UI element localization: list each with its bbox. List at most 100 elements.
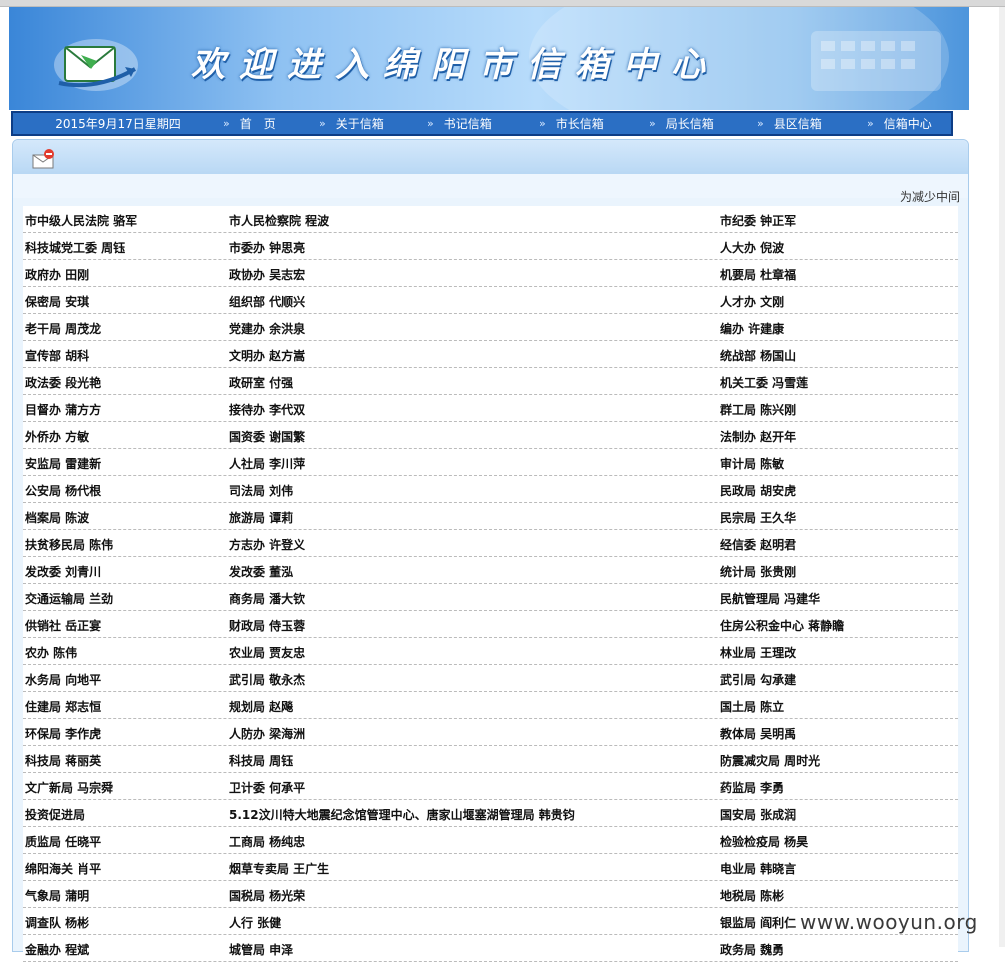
mailbox-link[interactable]: 人行 张健 <box>229 914 281 931</box>
mailbox-link[interactable]: 农办 陈伟 <box>25 644 77 661</box>
mailbox-link[interactable]: 环保局 李作虎 <box>25 725 101 742</box>
nav-home[interactable]: » 首 页 <box>223 115 319 132</box>
mailbox-link[interactable]: 目督办 蒲方方 <box>25 401 101 418</box>
mailbox-link[interactable]: 法制办 赵开年 <box>720 428 796 445</box>
mailbox-link[interactable]: 国税局 杨光荣 <box>229 887 305 904</box>
mailbox-link[interactable]: 老干局 周茂龙 <box>25 320 101 337</box>
mailbox-link[interactable]: 水务局 向地平 <box>25 671 101 688</box>
mailbox-link[interactable]: 住建局 郑志恒 <box>25 698 101 715</box>
mailbox-link[interactable]: 调查队 杨彬 <box>25 914 89 931</box>
mailbox-link[interactable]: 方志办 许登义 <box>229 536 305 553</box>
mailbox-link[interactable]: 烟草专卖局 王广生 <box>229 860 329 877</box>
mailbox-link[interactable]: 保密局 安琪 <box>25 293 89 310</box>
mailbox-link[interactable]: 文广新局 马宗舜 <box>25 779 113 796</box>
mailbox-link[interactable]: 党建办 余洪泉 <box>229 320 305 337</box>
mailbox-link[interactable]: 文明办 赵方嵩 <box>229 347 305 364</box>
mailbox-link[interactable]: 卫计委 何承平 <box>229 779 305 796</box>
table-row: 政法委 段光艳 政研室 付强 机关工委 冯雪莲 <box>23 368 958 395</box>
mailbox-link[interactable]: 外侨办 方敏 <box>25 428 89 445</box>
nav-label: 市长信箱 <box>555 117 604 131</box>
mailbox-link[interactable]: 司法局 刘伟 <box>229 482 293 499</box>
mailbox-link[interactable]: 供销社 岳正宴 <box>25 617 101 634</box>
mailbox-link[interactable]: 编办 许建康 <box>720 320 784 337</box>
mailbox-link[interactable]: 政府办 田刚 <box>25 266 89 283</box>
table-row: 气象局 蒲明 国税局 杨光荣 地税局 陈彬 <box>23 881 958 908</box>
nav-mayor-mailbox[interactable]: » 市长信箱 <box>539 115 649 132</box>
mailbox-link[interactable]: 组织部 代顺兴 <box>229 293 305 310</box>
mailbox-link[interactable]: 政协办 吴志宏 <box>229 266 305 283</box>
nav-about[interactable]: » 关于信箱 <box>319 115 427 132</box>
mailbox-link[interactable]: 武引局 勾承建 <box>720 671 796 688</box>
nav-arrow-icon: » <box>427 117 434 130</box>
mailbox-link[interactable]: 宣传部 胡科 <box>25 347 89 364</box>
mailbox-link[interactable]: 检验检疫局 杨昊 <box>720 833 808 850</box>
mailbox-link[interactable]: 统战部 杨国山 <box>720 347 796 364</box>
mailbox-link[interactable]: 规划局 赵飚 <box>229 698 293 715</box>
mailbox-link[interactable]: 公安局 杨代根 <box>25 482 101 499</box>
mailbox-link[interactable]: 扶贫移民局 陈伟 <box>25 536 113 553</box>
mailbox-link[interactable]: 市纪委 钟正军 <box>720 212 796 229</box>
mailbox-link[interactable]: 投资促进局 <box>25 806 85 823</box>
nav-date: 2015年9月17日星期四 <box>55 117 181 131</box>
table-row: 老干局 周茂龙 党建办 余洪泉 编办 许建康 <box>23 314 958 341</box>
nav-secretary-mailbox[interactable]: » 书记信箱 <box>427 115 539 132</box>
nav-director-mailbox[interactable]: » 局长信箱 <box>649 115 757 132</box>
nav-mailbox-center[interactable]: » 信箱中心 <box>867 115 947 132</box>
mailbox-link[interactable]: 民宗局 王久华 <box>720 509 796 526</box>
mailbox-link[interactable]: 交通运输局 兰劲 <box>25 590 113 607</box>
mailbox-link[interactable]: 工商局 杨纯忠 <box>229 833 305 850</box>
mailbox-link[interactable]: 经信委 赵明君 <box>720 536 796 553</box>
mailbox-link[interactable]: 旅游局 谭莉 <box>229 509 293 526</box>
mailbox-link[interactable]: 政研室 付强 <box>229 374 293 391</box>
table-row: 绵阳海关 肖平 烟草专卖局 王广生 电业局 韩晓言 <box>23 854 958 881</box>
mailbox-link[interactable]: 接待办 李代双 <box>229 401 305 418</box>
mailbox-link[interactable]: 财政局 侍玉蓉 <box>229 617 305 634</box>
mailbox-link[interactable]: 群工局 陈兴刚 <box>720 401 796 418</box>
mailbox-link[interactable]: 住房公积金中心 蒋静瞻 <box>720 617 844 634</box>
mailbox-link[interactable]: 政法委 段光艳 <box>25 374 101 391</box>
table-row: 公安局 杨代根 司法局 刘伟 民政局 胡安虎 <box>23 476 958 503</box>
mailbox-link[interactable]: 武引局 敬永杰 <box>229 671 305 688</box>
mailbox-link[interactable]: 国土局 陈立 <box>720 698 784 715</box>
mailbox-link[interactable]: 质监局 任晓平 <box>25 833 101 850</box>
mailbox-link[interactable]: 发改委 刘青川 <box>25 563 101 580</box>
mailbox-link[interactable]: 人大办 倪波 <box>720 239 784 256</box>
mailbox-link[interactable]: 国安局 张成润 <box>720 806 796 823</box>
mailbox-link[interactable]: 发改委 董泓 <box>229 563 293 580</box>
mailbox-link[interactable]: 科技局 周钰 <box>229 752 293 769</box>
mailbox-link[interactable]: 审计局 陈敏 <box>720 455 784 472</box>
mailbox-link[interactable]: 防震减灾局 周时光 <box>720 752 820 769</box>
mailbox-link[interactable]: 电业局 韩晓言 <box>720 860 796 877</box>
mailbox-link[interactable]: 机要局 杜章福 <box>720 266 796 283</box>
table-row: 政府办 田刚 政协办 吴志宏 机要局 杜章福 <box>23 260 958 287</box>
mailbox-link[interactable]: 科技局 蒋丽英 <box>25 752 101 769</box>
mailbox-link[interactable]: 民航管理局 冯建华 <box>720 590 820 607</box>
mailbox-link[interactable]: 地税局 陈彬 <box>720 887 784 904</box>
mailbox-link[interactable]: 安监局 雷建新 <box>25 455 101 472</box>
mailbox-link[interactable]: 国资委 谢国繁 <box>229 428 305 445</box>
nav-county-mailbox[interactable]: » 县区信箱 <box>757 115 867 132</box>
mailbox-link[interactable]: 林业局 王理改 <box>720 644 796 661</box>
table-row: 保密局 安琪 组织部 代顺兴 人才办 文刚 <box>23 287 958 314</box>
mailbox-link[interactable]: 统计局 张贵刚 <box>720 563 796 580</box>
mailbox-link[interactable]: 农业局 贾友忠 <box>229 644 305 661</box>
mailbox-link[interactable]: 教体局 吴明禹 <box>720 725 796 742</box>
mailbox-link[interactable]: 机关工委 冯雪莲 <box>720 374 808 391</box>
mailbox-link[interactable]: 人才办 文刚 <box>720 293 784 310</box>
mailbox-link[interactable]: 市委办 钟思亮 <box>229 239 305 256</box>
mailbox-link[interactable]: 人社局 李川萍 <box>229 455 305 472</box>
mailbox-link[interactable]: 民政局 胡安虎 <box>720 482 796 499</box>
mailbox-link[interactable]: 档案局 陈波 <box>25 509 89 526</box>
mailbox-link[interactable]: 气象局 蒲明 <box>25 887 89 904</box>
mailbox-link[interactable]: 商务局 潘大钦 <box>229 590 305 607</box>
table-row: 宣传部 胡科 文明办 赵方嵩 统战部 杨国山 <box>23 341 958 368</box>
mailbox-link[interactable]: 市人民检察院 程波 <box>229 212 329 229</box>
nav-arrow-icon: » <box>319 117 326 130</box>
mailbox-link[interactable]: 人防办 梁海洲 <box>229 725 305 742</box>
mailbox-link[interactable]: 市中级人民法院 骆军 <box>25 212 137 229</box>
mailbox-link[interactable]: 绵阳海关 肖平 <box>25 860 101 877</box>
mailbox-link[interactable]: 5.12汶川特大地震纪念馆管理中心、唐家山堰塞湖管理局 韩贵钧 <box>229 806 575 823</box>
mailbox-link[interactable]: 药监局 李勇 <box>720 779 784 796</box>
mailbox-link[interactable]: 银监局 阎利仁 <box>720 914 796 931</box>
mailbox-link[interactable]: 科技城党工委 周钰 <box>25 239 125 256</box>
